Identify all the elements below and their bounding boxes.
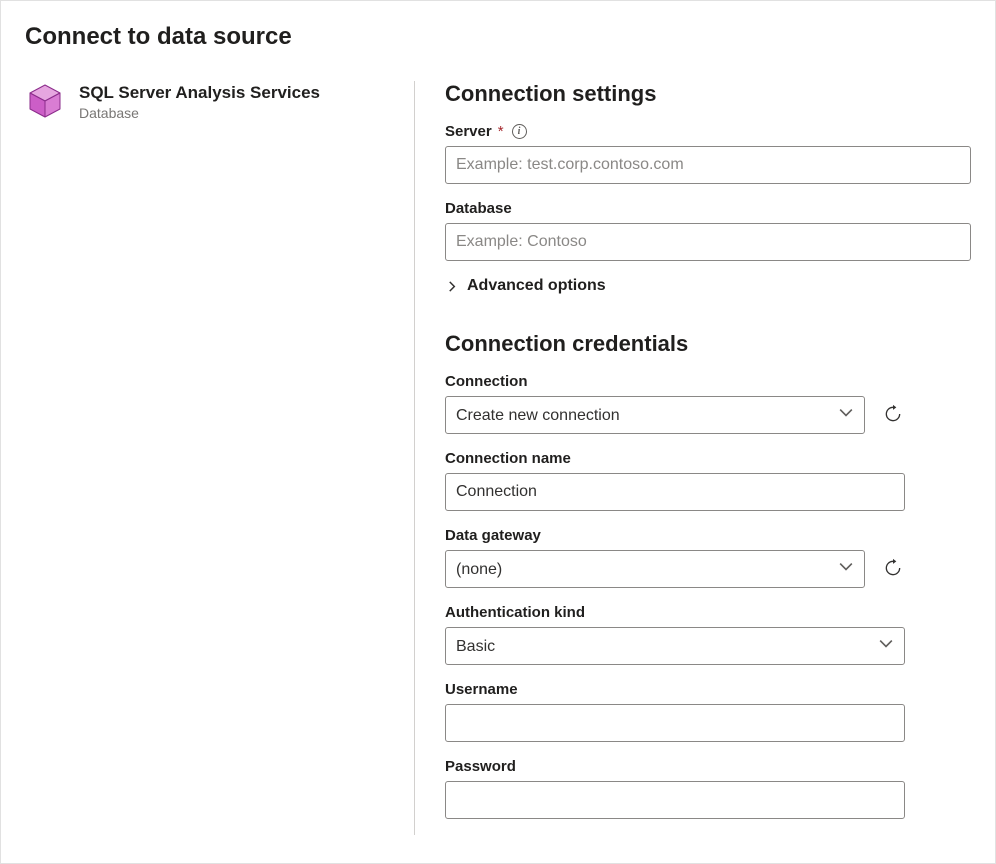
username-label: Username [445,681,905,698]
required-star: * [498,123,504,140]
connection-select[interactable]: Create new connection [445,396,865,434]
data-gateway-select[interactable]: (none) [445,550,865,588]
source-name: SQL Server Analysis Services [79,83,320,103]
source-subtitle: Database [79,105,320,121]
password-input[interactable] [445,781,905,819]
source-info: SQL Server Analysis Services Database [79,81,320,121]
auth-kind-field: Authentication kind Basic [445,604,905,665]
cube-icon [25,81,65,126]
server-field: Server * i [445,123,971,184]
settings-heading: Connection settings [445,81,971,107]
server-label-text: Server [445,123,492,140]
advanced-options-toggle[interactable]: Advanced options [445,277,606,295]
database-input[interactable] [445,223,971,261]
username-field: Username [445,681,905,742]
password-label: Password [445,758,905,775]
page-title: Connect to data source [25,23,971,51]
connection-name-field: Connection name [445,450,905,511]
info-icon[interactable]: i [512,124,527,139]
credentials-heading: Connection credentials [445,331,971,357]
server-label: Server * i [445,123,971,140]
chevron-right-icon [445,279,459,293]
refresh-connection-button[interactable] [881,403,905,427]
password-field: Password [445,758,905,819]
advanced-options-label: Advanced options [467,277,606,295]
refresh-icon [883,404,903,427]
dialog: Connect to data source SQL Server Analys… [0,0,996,864]
database-field: Database [445,200,971,261]
auth-kind-select[interactable]: Basic [445,627,905,665]
connection-label: Connection [445,373,905,390]
left-column: SQL Server Analysis Services Database [25,81,415,835]
server-input[interactable] [445,146,971,184]
connection-name-input[interactable] [445,473,905,511]
data-gateway-field: Data gateway (none) [445,527,905,588]
database-label: Database [445,200,971,217]
auth-kind-label: Authentication kind [445,604,905,621]
refresh-icon [883,558,903,581]
data-gateway-label: Data gateway [445,527,905,544]
connection-name-label: Connection name [445,450,905,467]
refresh-gateway-button[interactable] [881,557,905,581]
username-input[interactable] [445,704,905,742]
content-columns: SQL Server Analysis Services Database Co… [25,81,971,835]
connection-field: Connection Create new connection [445,373,905,434]
right-column: Connection settings Server * i Database … [415,81,971,835]
